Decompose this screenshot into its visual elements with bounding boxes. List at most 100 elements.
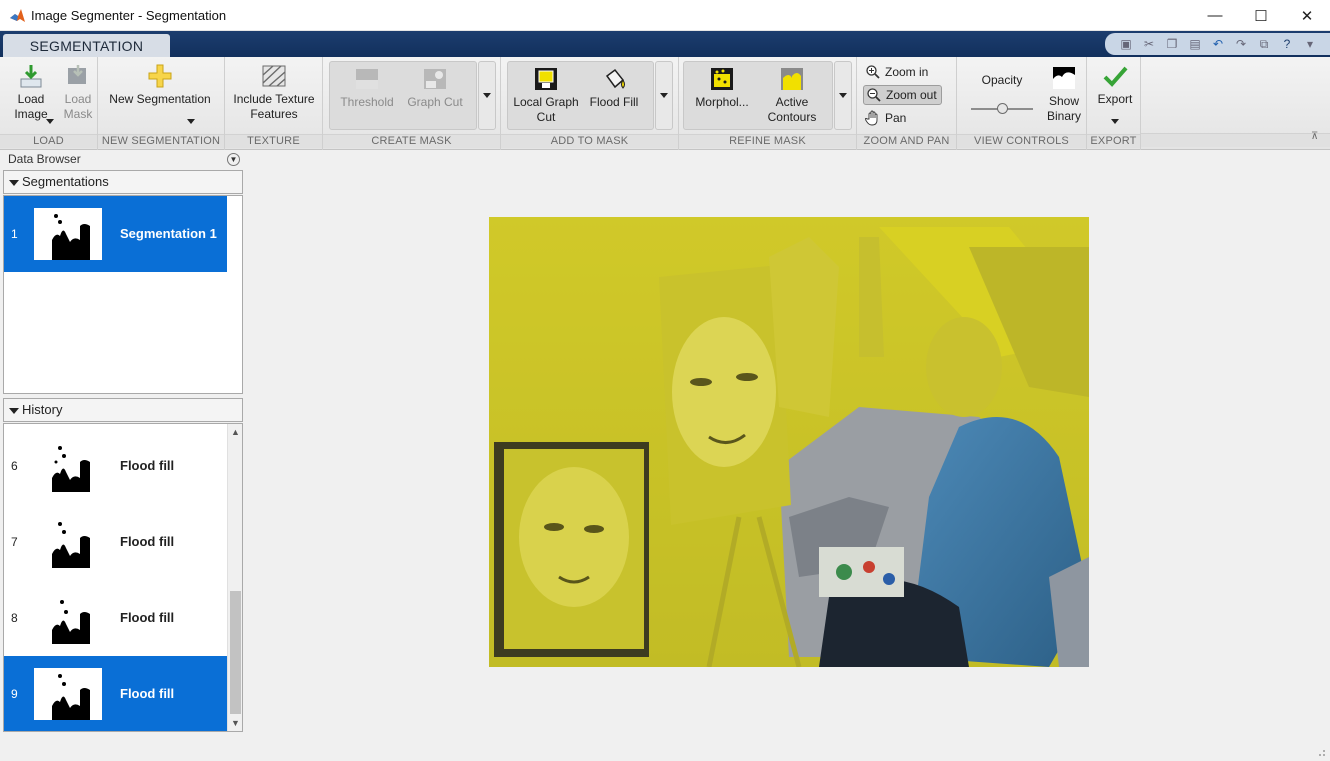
chevron-down-icon: [187, 119, 195, 124]
flood-fill-label: Flood Fill: [589, 95, 639, 109]
load-image-button[interactable]: Load Image: [6, 63, 56, 124]
history-label: Flood fill: [120, 458, 175, 473]
flood-fill-button[interactable]: Flood Fill: [587, 66, 641, 110]
local-graph-cut-button[interactable]: Local Graph Cut: [511, 66, 581, 125]
group-label-refine-mask: REFINE MASK: [679, 134, 856, 148]
load-mask-label: Load Mask: [63, 92, 93, 121]
export-button[interactable]: Export: [1092, 63, 1138, 124]
resize-grip-icon[interactable]: [1316, 747, 1326, 757]
history-section-header[interactable]: History: [3, 398, 243, 422]
chevron-down-icon[interactable]: ▼: [227, 153, 240, 166]
group-label-add-to-mask: ADD TO MASK: [501, 134, 678, 148]
new-segmentation-button[interactable]: New Segmentation: [106, 63, 214, 124]
close-icon: ✕: [1300, 7, 1314, 25]
scroll-down-icon[interactable]: ▼: [231, 718, 240, 728]
paste-icon[interactable]: ▤: [1186, 36, 1204, 52]
plus-icon: [148, 64, 172, 88]
active-contours-icon: [781, 68, 803, 90]
chevron-down-icon: [660, 93, 668, 98]
segmentation-image-canvas[interactable]: [489, 217, 1089, 667]
pan-label: Pan: [885, 111, 907, 125]
history-row[interactable]: 6 Flood fill: [4, 428, 227, 504]
group-label-new-segmentation: NEW SEGMENTATION: [98, 134, 224, 148]
show-binary-label: Show Binary: [1046, 94, 1081, 123]
chevron-down-icon: [1111, 119, 1119, 124]
history-scrollbar[interactable]: ▲ ▼: [227, 424, 242, 731]
zoom-out-button[interactable]: Zoom out: [863, 85, 942, 105]
image-display-area: [246, 150, 1330, 761]
help-icon[interactable]: ?: [1278, 36, 1296, 52]
active-contours-label: Active Contours: [767, 95, 817, 124]
collapse-triangle-icon: [9, 408, 19, 414]
mask-thumbnail: [34, 208, 102, 260]
maximize-button[interactable]: ☐: [1238, 0, 1284, 31]
binary-mask-icon: [1053, 67, 1075, 89]
tab-segmentation[interactable]: SEGMENTATION: [3, 34, 170, 58]
segmentation-index: 1: [11, 227, 18, 241]
load-mask-button[interactable]: Load Mask: [58, 63, 98, 122]
group-add-to-mask: Local Graph Cut Flood Fill ADD TO MASK: [501, 57, 679, 150]
show-binary-button[interactable]: Show Binary: [1043, 65, 1085, 124]
history-index: 6: [11, 459, 18, 473]
active-contours-button[interactable]: Active Contours: [761, 66, 823, 125]
redo-icon[interactable]: ↷: [1232, 36, 1250, 52]
minimize-toolstrip-icon[interactable]: ▾: [1301, 36, 1319, 52]
minimize-button[interactable]: —: [1192, 0, 1238, 31]
group-label-load: LOAD: [0, 134, 97, 148]
group-label-export: EXPORT: [1087, 134, 1140, 148]
matlab-logo-icon: [10, 9, 25, 22]
group-label-zoom-pan: ZOOM AND PAN: [857, 134, 956, 148]
pan-button[interactable]: Pan: [863, 108, 910, 128]
segmentations-header-label: Segmentations: [22, 174, 109, 189]
scrollbar-thumb[interactable]: [230, 591, 241, 714]
history-row[interactable]: 8 Flood fill: [4, 580, 227, 656]
opacity-slider-thumb[interactable]: [996, 103, 1008, 114]
morphology-label: Morphol...: [695, 95, 749, 109]
scroll-up-icon[interactable]: ▲: [231, 427, 240, 437]
history-list: 6 Flood fill 7 Flood fill 8 Flood fill 9: [3, 423, 243, 732]
history-label: Flood fill: [120, 610, 175, 625]
threshold-button[interactable]: Threshold: [335, 66, 399, 110]
segmentations-list: 1 Segmentation 1: [3, 195, 243, 394]
paint-bucket-icon: [605, 68, 625, 89]
data-browser-header: Data Browser ▼: [3, 151, 243, 169]
chevron-down-icon: [483, 93, 491, 98]
history-index: 7: [11, 535, 18, 549]
segmentation-row[interactable]: 1 Segmentation 1: [4, 196, 227, 272]
export-label: Export: [1097, 92, 1133, 106]
load-mask-icon: [68, 65, 86, 84]
create-mask-expand-button[interactable]: [478, 61, 496, 130]
collapse-ribbon-icon[interactable]: ⊼: [1311, 131, 1318, 142]
group-export: Export EXPORT: [1087, 57, 1141, 150]
switch-windows-icon[interactable]: ⧉: [1255, 36, 1273, 52]
zoom-out-icon: [866, 87, 882, 103]
add-to-mask-expand-button[interactable]: [655, 61, 673, 130]
zoom-in-button[interactable]: Zoom in: [863, 62, 932, 82]
include-texture-button[interactable]: Include Texture Features: [229, 63, 319, 122]
group-label-create-mask: CREATE MASK: [323, 134, 500, 148]
history-index: 9: [11, 687, 18, 701]
graph-cut-label: Graph Cut: [407, 95, 463, 109]
group-texture: Include Texture Features TEXTURE: [225, 57, 323, 150]
local-graph-cut-label: Local Graph Cut: [513, 95, 579, 124]
group-label-texture: TEXTURE: [225, 134, 322, 148]
include-texture-label: Include Texture Features: [233, 92, 315, 121]
segmentations-section-header[interactable]: Segmentations: [3, 170, 243, 194]
copy-icon[interactable]: ❐: [1163, 36, 1181, 52]
morphology-button[interactable]: Morphol...: [691, 66, 753, 110]
graph-cut-icon: [424, 69, 446, 89]
mask-thumbnail: [46, 440, 102, 492]
checkmark-icon: [1103, 66, 1128, 87]
undo-icon[interactable]: ↶: [1209, 36, 1227, 52]
history-row[interactable]: 7 Flood fill: [4, 504, 227, 580]
cut-icon[interactable]: ✂: [1140, 36, 1158, 52]
ribbon-toolstrip: Load Image Load Mask LOAD New Segmentati…: [0, 57, 1330, 150]
chevron-down-icon: [46, 119, 54, 124]
save-icon[interactable]: ▣: [1117, 36, 1135, 52]
history-row-selected[interactable]: 9 Flood fill: [4, 656, 227, 731]
graph-cut-button[interactable]: Graph Cut: [407, 66, 463, 110]
local-graph-cut-icon: [535, 68, 557, 90]
minimize-icon: —: [1207, 7, 1223, 24]
close-button[interactable]: ✕: [1284, 0, 1330, 31]
refine-mask-expand-button[interactable]: [834, 61, 852, 130]
